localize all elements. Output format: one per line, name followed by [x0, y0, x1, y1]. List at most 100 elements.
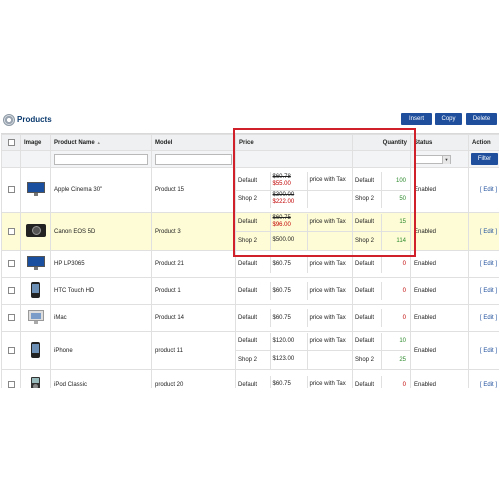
price-cell: Default $60.75 price with Tax	[235, 304, 353, 332]
column-image: Image	[20, 134, 51, 151]
quantity-value: 114	[381, 231, 410, 250]
product-status: Enabled	[410, 277, 469, 305]
products-table: Image Product Name ▲ Model Price Quantity…	[1, 133, 499, 388]
column-quantity[interactable]: Quantity	[352, 134, 411, 151]
edit-link[interactable]: [ Edit ]	[480, 382, 497, 388]
product-status: Enabled	[410, 212, 469, 251]
current-price: $222.00	[272, 199, 295, 206]
price-cell: Default $120.00 price with Tax Shop 2 $123.0…	[235, 331, 353, 370]
quantity-cell: Default 10 Shop 2 25	[352, 331, 411, 370]
quantity-cell: Default 0	[352, 277, 411, 305]
price-value-cell: $60.78 $55.00	[270, 172, 308, 191]
quantity-value: 0	[402, 381, 406, 388]
price-cell: Default $60.75 $96.00 price with Tax Shop 2 $…	[235, 212, 353, 251]
edit-link[interactable]: [ Edit ]	[480, 348, 497, 354]
ipod-thumbnail-icon	[31, 376, 40, 388]
current-price: $123.00	[272, 356, 295, 363]
product-name: Canon EOS 5D	[50, 212, 152, 251]
page-title: Products	[17, 115, 52, 124]
page-header: Products Insert Copy Delete	[0, 112, 500, 130]
product-image	[20, 277, 51, 305]
product-name: HP LP3065	[50, 250, 152, 278]
product-model: Product 1	[151, 277, 236, 305]
column-product-name[interactable]: Product Name ▲	[50, 134, 152, 151]
edit-link[interactable]: [ Edit ]	[480, 288, 497, 294]
monitor-thumbnail-icon	[26, 182, 46, 198]
insert-button[interactable]: Insert	[401, 113, 432, 125]
price-tax-note: price with Tax	[309, 287, 346, 294]
product-model: product 20	[151, 369, 236, 388]
table-row: HP LP3065 Product 21 Default $60.75 price wi…	[1, 250, 499, 278]
quantity-value: 50	[399, 196, 406, 203]
old-price: $60.75	[272, 215, 291, 222]
price-value-cell: $60.75	[270, 309, 308, 327]
price-value-cell: $60.75	[270, 282, 308, 300]
product-name: Apple Cinema 30"	[50, 167, 152, 213]
table-row: iPhone product 11 Default $120.00 price with…	[1, 331, 499, 370]
price-group-label: Shop 2	[236, 350, 271, 369]
price-value-cell: $120.00	[270, 332, 308, 351]
product-name: HTC Touch HD	[50, 277, 152, 305]
status-filter-select[interactable]: ▼	[414, 154, 451, 164]
edit-link[interactable]: [ Edit ]	[480, 187, 497, 193]
product-name: iPod Classic	[50, 369, 152, 388]
quantity-cell: Default 0	[352, 304, 411, 332]
current-price: $60.75	[272, 381, 291, 387]
monitor-thumbnail-icon	[26, 256, 46, 272]
product-status: Enabled	[410, 167, 469, 213]
price-cell: Default $60.75 price with Tax	[235, 277, 353, 305]
row-checkbox[interactable]	[7, 260, 15, 268]
quantity-group-label: Shop 2	[353, 231, 382, 250]
column-price[interactable]: Price	[235, 134, 353, 151]
price-value-cell: $500.00	[270, 231, 308, 250]
chevron-down-icon: ▼	[442, 155, 450, 164]
price-value-cell: $123.00	[270, 350, 308, 369]
quantity-value: 0	[402, 261, 406, 267]
quantity-value: 10	[381, 332, 410, 351]
filter-button[interactable]: Filter	[471, 153, 498, 165]
product-model: Product 21	[151, 250, 236, 278]
product-name-filter-input[interactable]	[54, 153, 148, 165]
price-cell: Default $60.78 $55.00 price with Tax Shop 2 $…	[235, 167, 353, 213]
imac-thumbnail-icon	[27, 310, 44, 326]
price-group-label: Default	[236, 375, 271, 388]
row-checkbox[interactable]	[7, 227, 15, 235]
price-group-label: Shop 2	[236, 231, 271, 250]
column-model[interactable]: Model	[151, 134, 236, 151]
delete-button[interactable]: Delete	[466, 113, 497, 125]
edit-link[interactable]: [ Edit ]	[480, 315, 497, 321]
quantity-group-label: Default	[353, 332, 382, 351]
row-checkbox[interactable]	[7, 346, 15, 354]
row-checkbox[interactable]	[7, 380, 15, 388]
table-row: Apple Cinema 30" Product 15 Default $60.78 $…	[1, 167, 499, 213]
column-status[interactable]: Status	[410, 134, 469, 151]
row-checkbox[interactable]	[7, 186, 15, 194]
product-image	[20, 167, 51, 213]
table-row: HTC Touch HD Product 1 Default $60.75 price …	[1, 277, 499, 305]
quantity-group-label: Default	[353, 255, 382, 273]
price-group-label: Default	[236, 172, 271, 191]
products-page: Products Insert Copy Delete Image Produc…	[0, 0, 500, 500]
current-price: $120.00	[272, 337, 295, 344]
quantity-value: 100	[381, 172, 410, 191]
copy-button[interactable]: Copy	[435, 113, 462, 125]
row-checkbox[interactable]	[7, 287, 15, 295]
row-checkbox[interactable]	[7, 314, 15, 322]
quantity-group-label: Default	[353, 172, 382, 191]
price-group-label: Default	[236, 332, 271, 351]
edit-link[interactable]: [ Edit ]	[480, 229, 497, 235]
price-cell: Default $60.75 price with Tax	[235, 250, 353, 278]
product-name: iMac	[50, 304, 152, 332]
price-tax-note: price with Tax	[307, 332, 352, 351]
product-model: product 11	[151, 331, 236, 370]
price-tax-note: price with Tax	[309, 260, 346, 267]
table-header-row: Image Product Name ▲ Model Price Quantity…	[1, 134, 499, 151]
quantity-cell: Default 15 Shop 2 114	[352, 212, 411, 251]
quantity-group-label: Shop 2	[353, 190, 382, 208]
model-filter-input[interactable]	[155, 153, 232, 165]
price-tax-note	[307, 190, 352, 208]
select-all-checkbox[interactable]	[7, 138, 15, 146]
table-row: iPod Classic product 20 Default $60.75 price…	[1, 369, 499, 388]
edit-link[interactable]: [ Edit ]	[480, 261, 497, 267]
quantity-group-label: Default	[353, 309, 382, 327]
